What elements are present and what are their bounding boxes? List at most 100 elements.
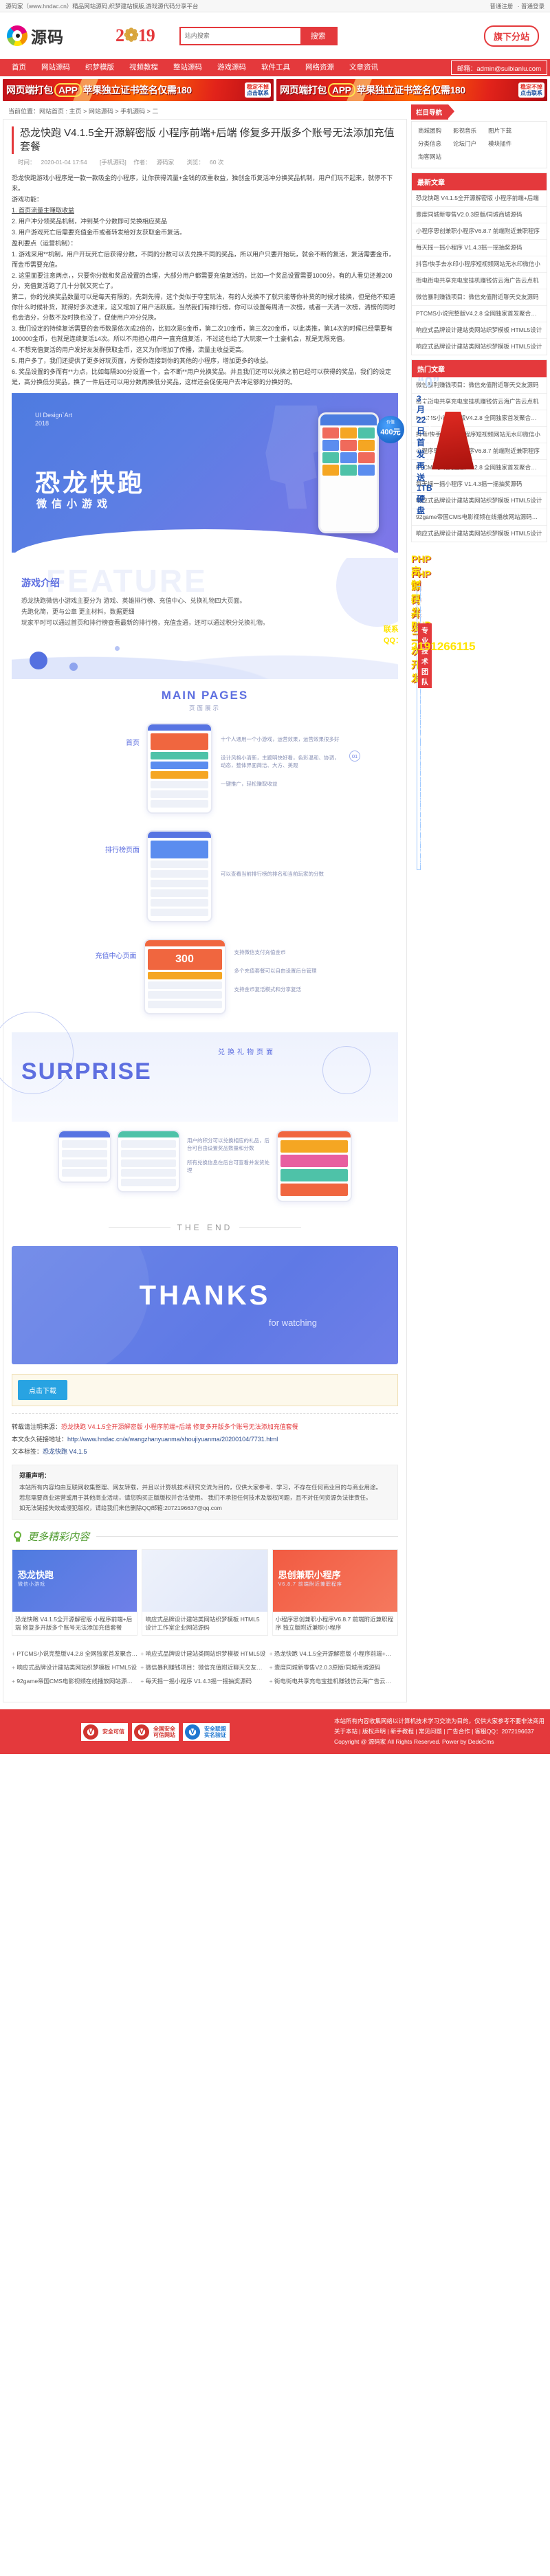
page2-title: 排行榜页面 [105,847,140,854]
reprint-label: 转载请注明来源： [12,1423,62,1430]
hot-article-link[interactable]: 响应式品牌设计建站类网站织梦模板 HTML5设计 [412,526,547,542]
breadcrumb-website-source[interactable]: 网站源码 [89,108,113,115]
permalink-url[interactable]: http://www.hndac.cn/a/wangzhanyuanma/sho… [67,1436,278,1443]
latest-article-link[interactable]: 恐龙快跑 V4.1.5全开源解密版 小程序前端+后端 [412,190,547,207]
device-screen: 300 [145,946,225,1013]
phone-mockup [318,412,379,533]
certification-badges: V 安全可信 V 全国安全 可信网站 V 安全联盟 实名验证 [81,1722,230,1741]
main-pages-en: MAIN PAGES [161,689,249,702]
footer-link-advertising[interactable]: 广告合作 [447,1728,470,1735]
subsite-button[interactable]: 旗下分站 [483,25,539,47]
content-card[interactable]: 恐龙快跑 微信小游戏 恐龙快跑 V4.1.5全开源解密版 小程序前端+后端 修复… [12,1549,138,1636]
nav-item-video-tutorial[interactable]: 视频教程 [122,59,166,76]
footer-link-about[interactable]: 关于本站 [334,1728,358,1735]
lightbulb-icon [12,1530,23,1543]
category-link[interactable]: 图片下载 [483,124,516,137]
latest-article-link[interactable]: PTCMS小说完整版V4.2.8 全网独家首发聚合小说 [412,306,547,322]
nav-item-home[interactable]: 首页 [4,59,34,76]
cert-badge-realname[interactable]: V 安全联盟 实名验证 [183,1722,230,1741]
category-link[interactable]: 商城团购 [413,124,446,137]
latest-article-link[interactable]: 响应式品牌设计建站类网站织梦模板 HTML5设计 [412,322,547,339]
phone-statusbar [320,414,377,425]
device-screen [59,1137,110,1181]
nav-item-full-site-source[interactable]: 整站源码 [166,59,210,76]
latest-article-link[interactable]: 街电街电共享充电宝挂机赚钱仿云海广告云点机 [412,273,547,289]
hot-article-link[interactable]: 响应式品牌设计建站类网站织梦模板 HTML5设计 [412,493,547,509]
category-link[interactable]: 模块插件 [483,137,516,151]
nav-item-dedecms-template[interactable]: 织梦模版 [78,59,122,76]
breadcrumb-sep: > [145,108,153,115]
ad-banner-app-packaging-1[interactable]: 网页端打包 APP 苹果独立证书签名仅需180 稳定不掉 点击联系 [3,79,274,101]
nav-item-articles[interactable]: 文章资讯 [342,59,386,76]
cert-badge-national[interactable]: V 全国安全 可信网站 [132,1722,179,1741]
nav-item-software-tools[interactable]: 软件工具 [254,59,298,76]
footer-link-tutorial[interactable]: 新手教程 [390,1728,414,1735]
the-end-divider: THE END [12,1210,398,1239]
device-statusbar [148,724,211,731]
latest-article-link[interactable]: 小程序思创兼职小程序V6.8.7 前端附近兼职程序 [412,223,547,240]
breadcrumb: 当前位置：网站首页 : 主页 > 网站源码 > 手机源码 > 二 [3,102,410,119]
card-image-title: 恐龙快跑 [18,1570,54,1580]
article-paragraph: 3. 用户游戏死亡后需要充值金币或者转发给好友获取金币复活。 [12,229,186,236]
category-link[interactable]: 论坛门户 [448,137,481,151]
breadcrumb-home[interactable]: 网站首页 [39,108,64,115]
latest-article-link[interactable]: 微信暴利赚钱项目：微信充值附近聊天交友源码 [412,289,547,306]
related-link[interactable]: 街电街电共享充电宝挂机赚钱仿云海广告云点机 [270,1674,398,1688]
download-button[interactable]: 点击下载 [18,1380,67,1400]
register-link[interactable]: 普通注册 [490,3,513,10]
nav-item-game-source[interactable]: 游戏源码 [210,59,254,76]
footer-link-copyright[interactable]: 版权声明 [362,1728,386,1735]
content-card[interactable]: 响应式品牌设计建站类网站织梦模板 HTML5设计工作室企业网站源码 [142,1549,268,1636]
disclaimer-line: 本站所有内容均由互联网收集整理、网友转载，并且以计算机技术研究交流为目的，仅供大… [19,1484,382,1491]
category-link[interactable]: 影视音乐 [448,124,481,137]
nav-item-network-resource[interactable]: 网络资源 [298,59,342,76]
thanks-big-text: THANKS [139,1280,271,1311]
related-link[interactable]: 壹度同城新零售V2.0.3原版/同城商城源码 [270,1661,398,1674]
breadcrumb-mobile-source[interactable]: 手机源码 [120,108,145,115]
ad-text-app: APP [54,83,82,97]
card-caption: 恐龙快跑 V4.1.5全开源解密版 小程序前端+后端 修复多开版多个账号无法添加… [15,1616,133,1631]
year-2019-graphic: 2❁19 [116,25,155,46]
category-link[interactable]: 分类信息 [413,137,446,151]
disclaimer-box: 郑重声明： 本站所有内容均由互联网收集整理、网友转载，并且以计算机技术研究交流为… [12,1465,398,1520]
related-link[interactable]: 92game帝国CMS电影视频在线播放网站源码自 [12,1674,140,1688]
related-link[interactable]: 微信暴利赚钱项目：微信充值附近聊天交友源码 [140,1661,269,1674]
disclaimer-line: 若您需要商业运营或用于其他商业活动，请您购买正版版权并合法使用。 我们不承担任何… [19,1494,372,1501]
meta-category[interactable]: [手机源码] [100,159,126,166]
tag-value-link[interactable]: 恐龙快跑 V4.1.5 [43,1448,87,1455]
category-link[interactable]: 淘客网站 [413,151,446,164]
latest-articles-title: 最新文章 [412,173,547,190]
ad-contact-bubble-1[interactable]: 稳定不掉 点击联系 [245,82,271,98]
login-link[interactable]: 普通登录 [521,3,544,10]
related-link[interactable]: 响应式品牌设计建站类网站织梦模板 HTML5设 [140,1647,269,1661]
device-mockup-ranking [146,830,212,922]
search-input[interactable] [180,27,300,44]
card-image-sub: V6.8.7 前端附近兼职程序 [278,1582,342,1587]
reprint-title-link[interactable]: 恐龙快跑 V4.1.5全开源解密版 小程序前端+后端 修复多开版多个账号无法添加… [61,1423,298,1430]
site-logo[interactable]: 源码 [7,24,91,47]
latest-article-link[interactable]: 抖音/快手去水印小程序短视频网站无水印微信小 [412,256,547,273]
search-button[interactable]: 搜索 [300,27,336,44]
hot-article-link[interactable]: 92game帝国CMS电影视频在线播放网站源码自适 [412,509,547,526]
disclaimer-line: 如无法链接失效或侵犯版权，请给我们来信删除QQ邮箱:2072196637@qq.… [19,1504,222,1511]
latest-articles-list: 恐龙快跑 V4.1.5全开源解密版 小程序前端+后端 壹度同城新零售V2.0.3… [412,190,547,355]
related-link[interactable]: PTCMS小说完整版V4.2.8 全网独家首发聚合小说 [12,1647,140,1661]
nav-item-website-source[interactable]: 网站源码 [34,59,78,76]
latest-article-link[interactable]: 响应式品牌设计建站类网站织梦模板 HTML5设计 [412,339,547,355]
related-link[interactable]: 响应式品牌设计建站类网站织梦模板 HTML5设 [12,1661,140,1674]
content-card[interactable]: 思创兼职小程序 V6.8.7 前端附近兼职程序 小程序思创兼职小程序V6.8.7… [272,1549,398,1636]
main-pages-heading: MAIN PAGES 页面展示 [12,679,398,715]
latest-article-link[interactable]: 每天摇一摇小程序 V1.4.3摇一摇抽奖源码 [412,240,547,256]
cert-label: 安全联盟 实名验证 [201,1726,229,1738]
ad-banner-app-packaging-2[interactable]: 网页端打包 APP 苹果独立证书签名仅需180 稳定不掉 点击联系 [276,79,547,101]
ad-contact-bubble-2[interactable]: 稳定不掉 点击联系 [518,82,544,98]
cert-badge-trusted[interactable]: V 安全可信 [81,1722,128,1741]
related-link[interactable]: 恐龙快跑 V4.1.5全开源解密版 小程序前端+后端 [270,1647,398,1661]
article-paragraph: 游戏功能： [12,196,43,203]
sidebar-nav-tag-wrap: 栏目导航 [411,102,547,121]
latest-article-link[interactable]: 壹度同城新零售V2.0.3原版/同城商城源码 [412,207,547,223]
footer-link-faq[interactable]: 常见问题 [419,1728,442,1735]
breadcrumb-index[interactable]: 主页 [69,108,82,115]
article-paragraph: 6. 奖品设置的多而有**力点，比如每隔300分设置一个，会不断**用户兑换奖品… [12,368,392,386]
related-link[interactable]: 每天摇一摇小程序 V1.4.3摇一摇抽奖源码 [140,1674,269,1688]
